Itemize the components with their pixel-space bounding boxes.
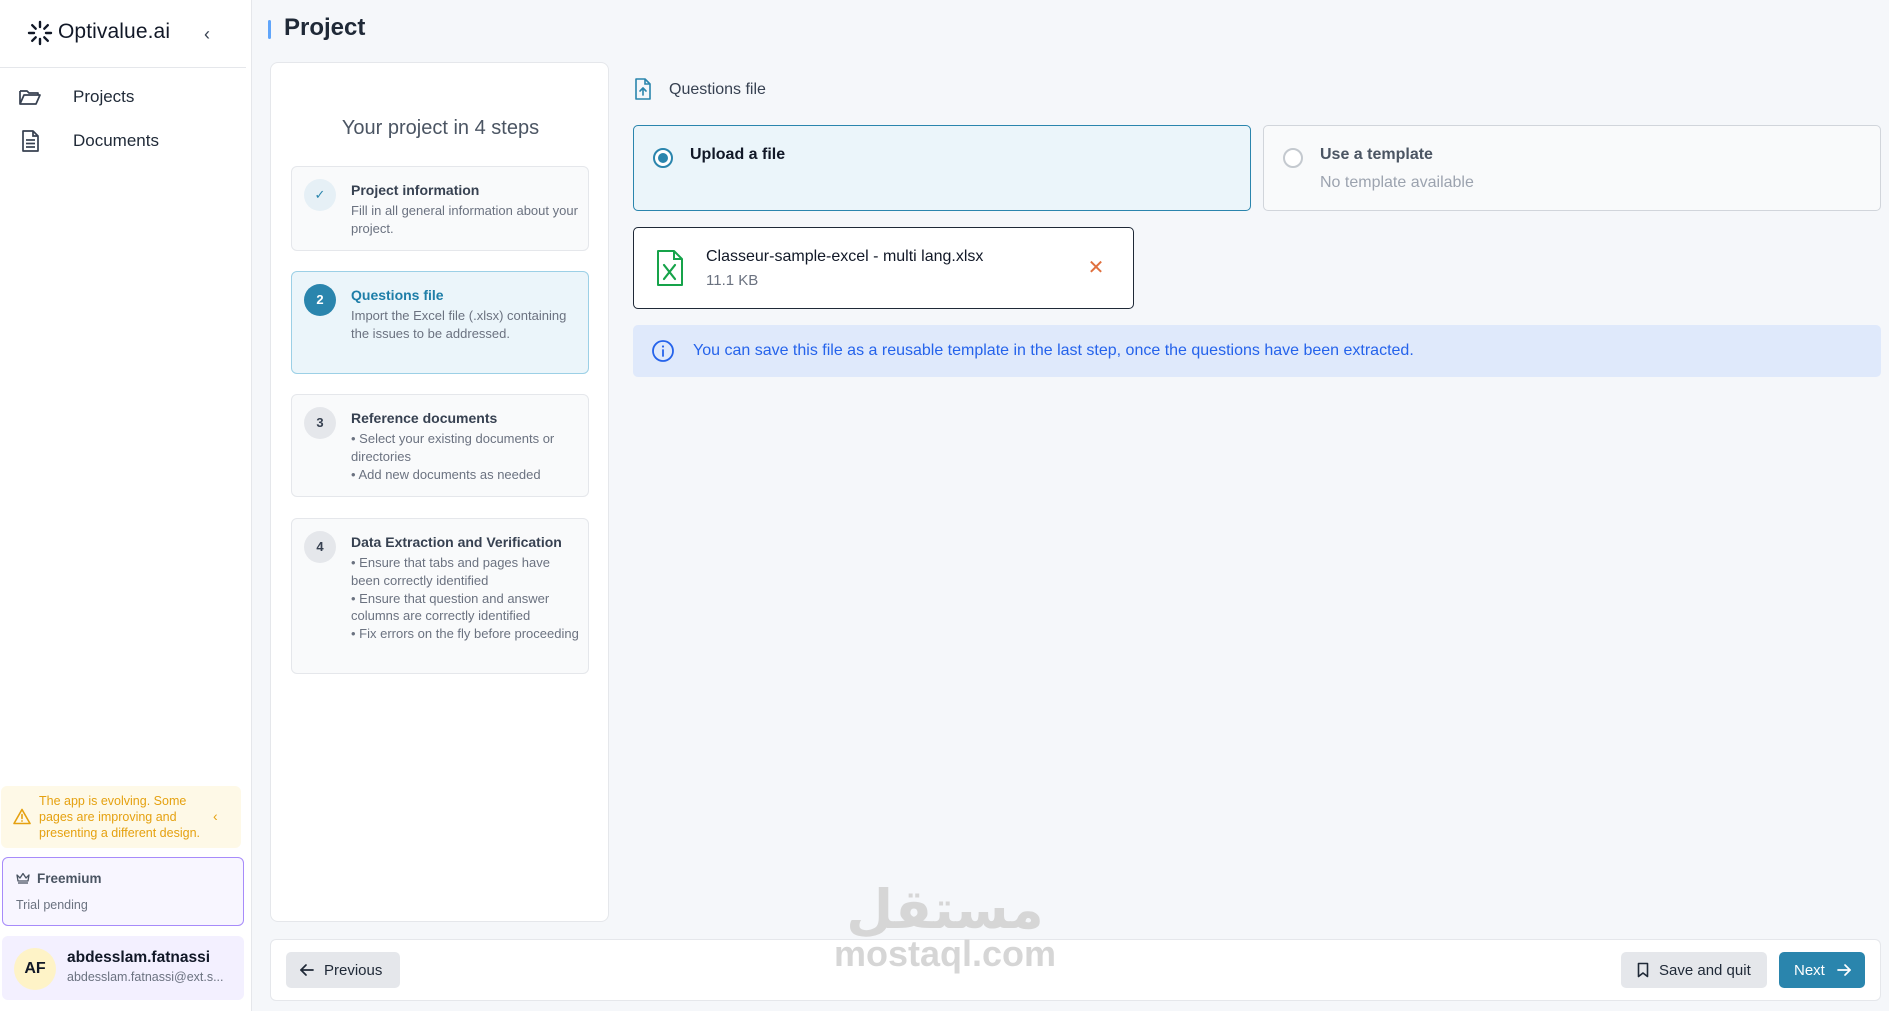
template-radio[interactable]	[1283, 148, 1303, 168]
section-label: Questions file	[669, 81, 766, 98]
step-name: Project information	[351, 182, 480, 198]
user-profile[interactable]: AF abdesslam.fatnassi abdesslam.fatnassi…	[2, 936, 244, 1000]
upload-radio[interactable]	[653, 148, 673, 168]
sidebar: Optivalue.ai ‹ Projects Documents The ap…	[0, 0, 252, 1011]
sidebar-item-label: Projects	[73, 87, 135, 106]
uploaded-file-card: Classeur-sample-excel - multi lang.xlsx …	[633, 227, 1134, 309]
step-description: Fill in all general information about yo…	[351, 203, 578, 236]
title-accent-bar	[268, 20, 271, 39]
close-icon[interactable]: ✕	[1086, 256, 1106, 280]
step-name: Reference documents	[351, 410, 498, 426]
plan-name: Freemium	[37, 871, 102, 886]
chevron-left-icon[interactable]: ‹	[213, 808, 218, 824]
document-icon	[22, 130, 39, 152]
steps-title: Your project in 4 steps	[341, 117, 540, 139]
file-upload-icon	[635, 78, 651, 100]
file-name: Classeur-sample-excel - multi lang.xlsx	[706, 248, 984, 265]
warning-icon	[13, 808, 31, 825]
arrow-left-icon	[300, 964, 314, 976]
chevron-left-icon[interactable]: ‹	[199, 24, 215, 44]
next-button[interactable]: Next	[1779, 952, 1865, 988]
option-sublabel: No template available	[1320, 174, 1474, 191]
user-name: abdesslam.fatnassi	[67, 949, 211, 966]
folder-open-icon	[19, 90, 41, 105]
step-number-badge: 4	[304, 531, 336, 563]
app-evolving-notice: The app is evolving. Some pages are impr…	[1, 786, 241, 848]
use-template-option[interactable]: Use a template No template available	[1263, 125, 1881, 211]
check-icon: ✓	[304, 179, 336, 211]
file-size: 11.1 KB	[706, 272, 759, 289]
watermark-arabic: مستقل	[846, 880, 1044, 940]
step-name: Data Extraction and Verification	[351, 534, 562, 550]
step-description: Import the Excel file (.xlsx) containing…	[351, 308, 567, 341]
previous-button[interactable]: Previous	[286, 952, 400, 988]
step-questions-file[interactable]: 2 Questions file Import the Excel file (…	[291, 271, 589, 374]
plan-status: Trial pending	[16, 898, 88, 912]
sidebar-item-label: Documents	[73, 131, 159, 150]
step-number-badge: 3	[304, 407, 336, 439]
plan-card[interactable]: Freemium Trial pending	[2, 857, 244, 926]
step-project-information[interactable]: ✓ Project information Fill in all genera…	[291, 166, 589, 251]
arrow-right-icon	[1837, 964, 1851, 976]
crown-icon	[16, 872, 30, 884]
sidebar-item-projects[interactable]: Projects	[0, 75, 246, 117]
info-text: You can save this file as a reusable tem…	[693, 342, 1414, 359]
page-title: Project	[284, 14, 366, 41]
notice-text: The app is evolving. Some pages are impr…	[39, 794, 200, 840]
previous-label: Previous	[324, 962, 383, 979]
next-label: Next	[1794, 962, 1825, 979]
step-name: Questions file	[351, 287, 444, 303]
sidebar-item-documents[interactable]: Documents	[0, 119, 246, 161]
wizard-footer: Previous Save and quit Next	[270, 939, 1881, 1001]
user-email: abdesslam.fatnassi@ext.s...	[67, 970, 224, 984]
step-description: • Ensure that tabs and pages have been c…	[351, 555, 579, 642]
step-number-badge: 2	[304, 284, 336, 316]
brand-logo-icon	[27, 20, 53, 46]
info-icon	[652, 340, 674, 362]
step-data-extraction[interactable]: 4 Data Extraction and Verification • Ens…	[291, 518, 589, 674]
step-reference-documents[interactable]: 3 Reference documents • Select your exis…	[291, 394, 589, 497]
avatar: AF	[14, 948, 56, 990]
brand-header: Optivalue.ai ‹	[0, 0, 246, 68]
info-banner: You can save this file as a reusable tem…	[633, 325, 1881, 377]
option-label: Use a template	[1320, 146, 1433, 163]
steps-panel: Your project in 4 steps ✓ Project inform…	[270, 62, 609, 922]
bookmark-icon	[1637, 962, 1649, 978]
brand-name: Optivalue.ai	[58, 20, 171, 43]
save-label: Save and quit	[1659, 962, 1751, 979]
step-description: • Select your existing documents or dire…	[351, 431, 555, 482]
save-and-quit-button[interactable]: Save and quit	[1621, 952, 1767, 988]
option-label: Upload a file	[690, 146, 786, 163]
excel-file-icon	[657, 250, 683, 286]
upload-file-option[interactable]: Upload a file	[633, 125, 1251, 211]
